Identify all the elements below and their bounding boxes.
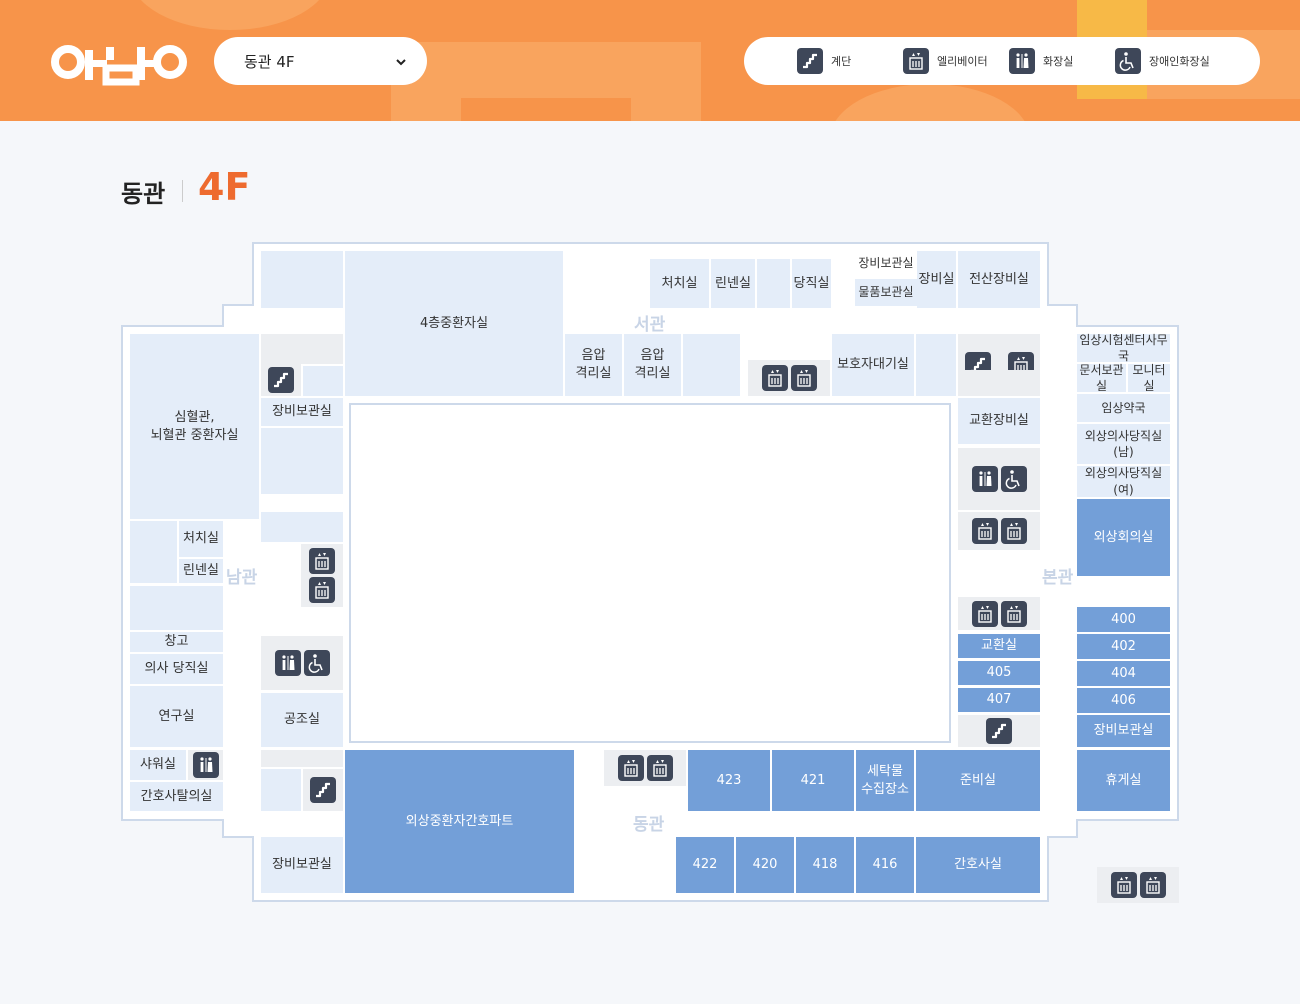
room-shower[interactable]: 샤워실 [130, 750, 186, 780]
room-405[interactable]: 405 [958, 661, 1040, 685]
wing-label-main: 본관 [1042, 568, 1074, 588]
stairs-group [958, 715, 1040, 747]
room-equip-storage-right[interactable]: 장비보관실 [1077, 715, 1170, 747]
room-equip[interactable]: 장비실 [917, 251, 956, 308]
room-nurse[interactable]: 간호사실 [916, 837, 1040, 893]
elevator-group [958, 597, 1040, 630]
room-trauma-duty-f[interactable]: 외상의사당직실(여) [1077, 466, 1170, 497]
room-unlabeled[interactable] [303, 366, 343, 396]
room-exchange-equip[interactable]: 교환장비실 [958, 398, 1040, 444]
room-unlabeled[interactable] [757, 259, 790, 308]
stairs-icon[interactable] [310, 777, 336, 803]
room-unlabeled[interactable] [261, 428, 343, 494]
floor-map: 4층중환자실 처치실 린넨실 당직실 장비보관실 물품보관실 장비실 전산장비실… [0, 0, 1300, 1004]
stairs-group [303, 769, 343, 811]
restroom-group [188, 750, 223, 780]
room-negative-pressure-2[interactable]: 음압 격리실 [624, 334, 681, 396]
room-monitor[interactable]: 모니터실 [1128, 363, 1170, 393]
elevator-group [301, 544, 343, 607]
elevator-group [1097, 867, 1179, 903]
room-cardio-icu[interactable]: 심혈관, 뇌혈관 중환자실 [130, 334, 259, 519]
room-nurse-locker[interactable]: 간호사탈의실 [130, 782, 223, 811]
room-laundry[interactable]: 세탁물 수집장소 [856, 750, 914, 811]
elevator-icon[interactable] [1139, 872, 1166, 898]
restroom-group [958, 448, 1040, 510]
elevator-icon[interactable] [646, 755, 673, 781]
accessible-icon[interactable] [1000, 466, 1027, 492]
room-unlabeled[interactable] [261, 769, 301, 811]
room-423[interactable]: 423 [688, 750, 770, 811]
room-unlabeled[interactable] [261, 251, 343, 308]
room-research[interactable]: 연구실 [130, 686, 223, 747]
elevator-icon[interactable] [1000, 518, 1027, 544]
room-trauma-meeting[interactable]: 외상회의실 [1077, 499, 1170, 576]
room-421[interactable]: 421 [772, 750, 854, 811]
elevator-icon[interactable] [971, 518, 998, 544]
room-exchange[interactable]: 교환실 [958, 634, 1040, 658]
elevator-icon[interactable] [617, 755, 644, 781]
room-doc-storage[interactable]: 문서보관실 [1077, 363, 1126, 393]
room-clinical-pharmacy[interactable]: 임상약국 [1077, 394, 1170, 422]
room-icu-4f[interactable]: 4층중환자실 [345, 251, 563, 396]
room-404[interactable]: 404 [1077, 661, 1170, 686]
restroom-icon[interactable] [971, 466, 998, 492]
elevator-icon[interactable] [971, 600, 998, 627]
room-402[interactable]: 402 [1077, 634, 1170, 659]
room-treatment-top[interactable]: 처치실 [650, 259, 709, 308]
room-clinical-trial[interactable]: 임상시험센터사무국 [1077, 333, 1170, 363]
room-equip-storage-bottom[interactable]: 장비보관실 [261, 837, 343, 893]
elevator-icon[interactable] [1110, 872, 1137, 898]
wing-label-south: 남관 [226, 568, 258, 588]
room-linen-left[interactable]: 린넨실 [179, 559, 223, 583]
room-guardian-wait[interactable]: 보호자대기실 [832, 334, 914, 396]
room-406[interactable]: 406 [1077, 688, 1170, 713]
wing-label-east: 동관 [633, 815, 665, 835]
room-416[interactable]: 416 [856, 837, 914, 893]
room-warehouse[interactable]: 창고 [130, 632, 223, 652]
elevator-icon[interactable] [309, 577, 335, 603]
restroom-group [261, 636, 343, 690]
room-unlabeled[interactable] [916, 334, 956, 396]
room-unlabeled[interactable] [683, 334, 740, 396]
room-trauma-icu-nurse[interactable]: 외상중환자간호파트 [345, 750, 574, 893]
room-computer-equip[interactable]: 전산장비실 [958, 251, 1040, 308]
restroom-icon[interactable] [192, 752, 219, 778]
stairs-icon[interactable] [986, 718, 1012, 744]
corridor [261, 750, 343, 767]
accessible-icon[interactable] [303, 650, 330, 676]
room-unlabeled[interactable] [130, 586, 223, 630]
corridor [958, 370, 1040, 396]
room-hvac[interactable]: 공조실 [261, 693, 343, 747]
room-400[interactable]: 400 [1077, 607, 1170, 632]
room-linen-top[interactable]: 린넨실 [711, 259, 755, 308]
room-equip-storage-left[interactable]: 장비보관실 [261, 398, 343, 426]
room-lounge[interactable]: 휴게실 [1077, 750, 1170, 811]
room-goods-storage[interactable]: 물품보관실 [855, 279, 917, 306]
room-treatment-left[interactable]: 처치실 [179, 521, 223, 557]
room-unlabeled[interactable] [261, 512, 343, 542]
corridor [261, 334, 343, 364]
room-422[interactable]: 422 [676, 837, 734, 893]
room-negative-pressure-1[interactable]: 음압 격리실 [565, 334, 622, 396]
wing-label-west: 서관 [634, 315, 666, 335]
room-407[interactable]: 407 [958, 688, 1040, 712]
room-prep[interactable]: 준비실 [916, 750, 1040, 811]
elevator-icon[interactable] [1000, 600, 1027, 627]
room-420[interactable]: 420 [736, 837, 794, 893]
elevator-icon[interactable] [790, 365, 817, 391]
room-duty-top[interactable]: 당직실 [792, 259, 831, 308]
stairs-icon[interactable] [268, 367, 294, 393]
stairs-group [261, 364, 301, 396]
elevator-group [604, 750, 686, 786]
room-doctor-duty[interactable]: 의사 당직실 [130, 654, 223, 684]
room-trauma-duty-m[interactable]: 외상의사당직실(남) [1077, 424, 1170, 464]
restroom-icon[interactable] [274, 650, 301, 676]
room-418[interactable]: 418 [796, 837, 854, 893]
elevator-group [748, 360, 830, 396]
elevator-icon[interactable] [309, 548, 335, 574]
elevator-group [958, 512, 1040, 550]
room-equip-storage-top[interactable]: 장비보관실 [855, 251, 917, 275]
room-unlabeled[interactable] [130, 521, 177, 583]
elevator-icon[interactable] [761, 365, 788, 391]
